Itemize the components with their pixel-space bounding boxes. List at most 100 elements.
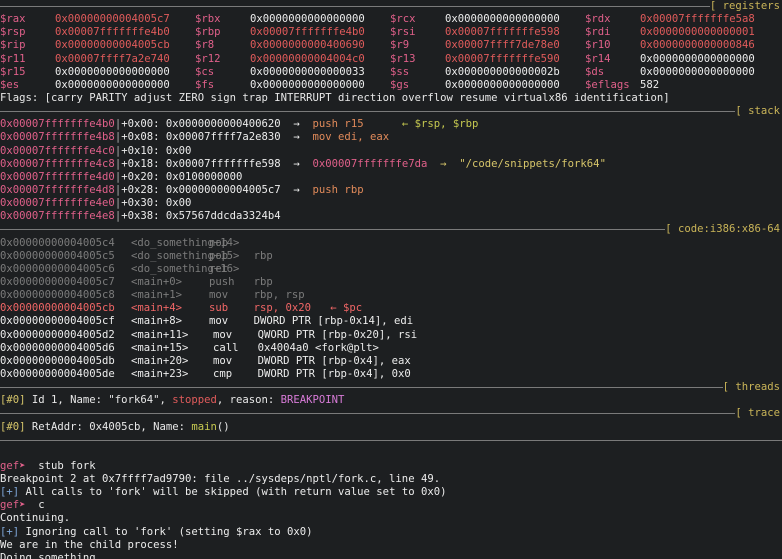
code-address: 0x00000000004005d6 (0, 341, 115, 354)
console-line: gef➤ c (0, 499, 782, 512)
code-symbol: <main+20> (131, 354, 189, 367)
info-marker: [+] (0, 525, 20, 538)
console-text: Breakpoint 2 at 0x7ffff7ad9790: file ../… (0, 473, 441, 486)
register-value: 0x00007fffffffe4b0 (250, 26, 365, 39)
code-row: 0x00000000004005c6 <do_something+16>ret (0, 263, 782, 276)
register-value: 0x0000000000000000 (640, 52, 755, 65)
code-symbol: <main+8> (131, 315, 183, 328)
gef-terminal[interactable]: [ registers $rax 0x00000000004005c7 $rbx 0x… (0, 0, 782, 559)
thread-reason-label: , reason: (216, 394, 281, 407)
code-row: 0x00000000004005c8 <main+1> mov rbp, rsp (0, 289, 782, 302)
code-header-label: [ code:i386:x86-64 (665, 223, 782, 237)
thread-entry: [#0] Id 1, Name: "fork64", stopped, reas… (0, 394, 782, 407)
code-symbol: <do_something+15> (131, 249, 240, 262)
stack-header-label: [ stack (735, 105, 782, 119)
code-instruction: mov rbp, rsp (209, 289, 305, 302)
code-address: 0x00000000004005de (0, 367, 115, 380)
console-text: Continuing. (0, 512, 71, 525)
register-name: $fs (195, 78, 215, 91)
register-name: $r14 (585, 52, 611, 65)
code-row: 0x00000000004005cf <main+8> mov DWORD PTR … (0, 315, 782, 328)
registers-panel: $rax 0x00000000004005c7 $rbx 0x000000000000… (0, 13, 782, 92)
code-symbol: <do_something+14> (131, 236, 240, 249)
code-address: 0x00000000004005c8 (0, 289, 115, 302)
stack-offset: +0x18: 0x00007fffffffe598 (121, 157, 281, 170)
stack-arrow: → (280, 183, 313, 196)
stack-arrow: → (280, 131, 313, 144)
code-row: 0x00000000004005cb <main+4> sub rsp, 0x20 … (0, 302, 782, 315)
code-instruction: nop (209, 236, 229, 249)
trace-entry: [#0] RetAddr: 0x4005cb, Name: main() (0, 421, 782, 434)
stack-row: 0x00007fffffffe4d0|+0x20: 0x0100000000 (0, 171, 782, 184)
register-value: 0x0000000000000000 (640, 65, 755, 78)
code-symbol: <main+1> (131, 289, 183, 302)
console-text: c (25, 499, 45, 512)
stack-offset: +0x38: 0x57567ddcda3324b4 (121, 210, 281, 223)
stack-offset: +0x00: 0x0000000000400620 (121, 118, 281, 131)
trace-function: main (191, 420, 217, 433)
register-name: $r11 (0, 52, 26, 65)
stack-note: ← $rsp, $rbp (363, 118, 479, 131)
register-name: $r9 (390, 39, 410, 52)
register-name: $rax (0, 13, 26, 26)
info-marker: [+] (0, 486, 20, 499)
register-name: $r12 (195, 52, 221, 65)
stack-note: → "/code/snippets/fork64" (427, 157, 606, 170)
register-row: $es 0x0000000000000000 $fs 0x00000000000000… (0, 79, 782, 92)
register-value: 0x00000000004004c0 (250, 52, 365, 65)
register-name: $cs (195, 65, 215, 78)
stack-address: 0x00007fffffffe4c0 (0, 144, 115, 157)
code-symbol: <main+23> (131, 367, 189, 380)
code-instruction: mov DWORD PTR [rbp-0x14], edi (209, 315, 414, 328)
code-address: 0x00000000004005c7 (0, 275, 115, 288)
register-value: 0x00000000004005c7 (55, 13, 170, 26)
stack-arrow: → (280, 157, 313, 170)
trace-header-label: [ trace (735, 407, 782, 421)
code-symbol: <main+15> (131, 341, 189, 354)
register-name: $rip (0, 39, 26, 52)
thread-info: Id 1, Name: "fork64", (25, 394, 173, 407)
console-output[interactable]: gef➤ stub fork Breakpoint 2 at 0x7ffff7ad… (0, 460, 782, 559)
stack-deref: push rbp (312, 183, 364, 196)
console-line: Doing something (0, 552, 782, 559)
register-value: 0x0000000000400690 (250, 39, 365, 52)
stack-offset: +0x10: 0x00 (121, 144, 192, 157)
code-instruction: mov QWORD PTR [rbp-0x20], rsi (213, 328, 418, 341)
stack-deref: 0x00007fffffffe7da (312, 157, 428, 170)
stack-address: 0x00007fffffffe4d0 (0, 170, 115, 183)
register-row: $rsp 0x00007fffffffe4b0 $rbp 0x00007fffffff… (0, 26, 782, 39)
register-value: 0x000000000000002b (445, 65, 560, 78)
register-value: 0x0000000000000846 (640, 39, 755, 52)
stack-address: 0x00007fffffffe4b8 (0, 131, 115, 144)
gef-prompt: gef➤ (0, 499, 26, 512)
register-value: 0x0000000000000033 (250, 65, 365, 78)
thread-state: stopped (172, 394, 217, 407)
stack-row: 0x00007fffffffe4b8|+0x08: 0x00007ffff7a2… (0, 131, 782, 144)
register-name: $r13 (390, 52, 416, 65)
register-name: $rbx (195, 13, 221, 26)
stack-row: 0x00007fffffffe4d8|+0x28: 0x000000000040… (0, 184, 782, 197)
register-value: 0x0000000000000000 (445, 78, 560, 91)
register-name: $rdx (585, 13, 611, 26)
register-value: 0x00007fffffffe4b0 (55, 26, 170, 39)
register-name: $rcx (390, 13, 416, 26)
trace-index: [#0] (0, 420, 26, 433)
code-row: 0x00000000004005db <main+20> mov DWORD PTR… (0, 355, 782, 368)
code-instruction: push rbp (209, 275, 273, 288)
trace-header: [ trace (0, 407, 782, 421)
trace-suffix: () (216, 420, 230, 433)
stack-offset: +0x20: 0x0100000000 (121, 170, 243, 183)
code-row: 0x00000000004005c4 <do_something+14>nop (0, 237, 782, 250)
code-row: 0x00000000004005d2 <main+11> mov QWORD PTR… (0, 329, 782, 342)
registers-header: [ registers (0, 0, 782, 14)
register-name: $ss (390, 65, 410, 78)
stack-row: 0x00007fffffffe4e0|+0x30: 0x00 (0, 197, 782, 210)
stack-address: 0x00007fffffffe4c8 (0, 157, 115, 170)
code-address: 0x00000000004005cf (0, 315, 115, 328)
code-header: [ code:i386:x86-64 (0, 223, 782, 237)
thread-index: [#0] (0, 394, 26, 407)
code-address: 0x00000000004005c4 (0, 236, 115, 249)
code-address: 0x00000000004005db (0, 354, 115, 367)
code-symbol: <do_something+16> (131, 262, 240, 275)
code-row: 0x00000000004005c7 <main+0> push rbp (0, 276, 782, 289)
